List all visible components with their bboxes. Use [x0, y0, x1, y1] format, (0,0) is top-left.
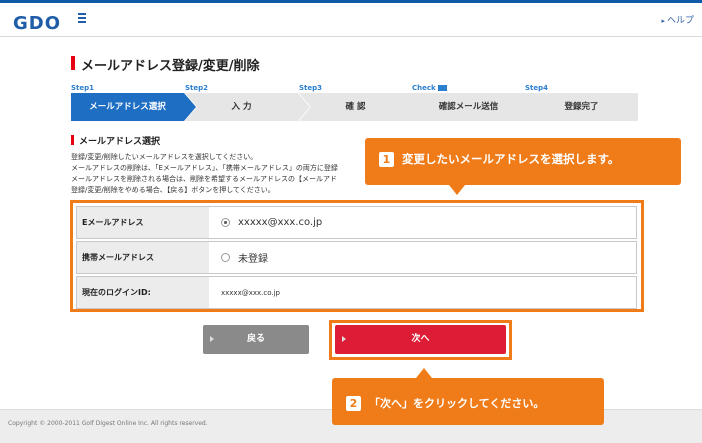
instruction-line: メールアドレスを削除される場合は、削除を希望するメールアドレスの【メールアド	[71, 175, 337, 183]
step-1: Step1 メールアドレス選択	[71, 84, 196, 124]
step-bar: 確認メール送信	[412, 93, 537, 121]
step-label: Step4	[525, 84, 549, 92]
login-id-value: xxxxx@xxx.co.jp	[221, 288, 280, 297]
mobile-email-row: 携帯メールアドレス 未登録	[76, 241, 637, 274]
callout-step-2: 2 「次へ」をクリックしてください。	[332, 368, 604, 425]
help-link[interactable]: ▸ ヘルプ	[661, 13, 694, 26]
login-id-row: 現在のログインID: xxxxx@xxx.co.jp	[76, 276, 637, 309]
step-name: 入 力	[231, 102, 252, 112]
step-bar: 登録完了	[525, 93, 638, 121]
callout-step-1: 1 変更したいメールアドレスを選択します。	[365, 138, 681, 195]
callout-pointer	[449, 185, 465, 195]
step-label: Step3	[299, 84, 323, 92]
mobile-email-option[interactable]: 未登録	[209, 242, 636, 273]
step-4: Step4 登録完了	[525, 84, 638, 124]
help-label: ヘルプ	[666, 16, 694, 26]
logo-stripes-icon	[78, 13, 86, 24]
row-label: Eメールアドレス	[77, 207, 209, 238]
email-selection-table: Eメールアドレス xxxxx@xxx.co.jp 携帯メールアドレス 未登録 現…	[76, 206, 637, 311]
gdo-logo[interactable]: GDO	[13, 13, 61, 34]
email-value: xxxxx@xxx.co.jp	[238, 217, 323, 228]
radio-selected[interactable]	[221, 218, 230, 227]
step-label: Step2	[185, 84, 209, 92]
mobile-email-value: 未登録	[238, 254, 268, 265]
radio-unselected[interactable]	[221, 253, 230, 262]
callout-text: 「次へ」をクリックしてください。	[369, 397, 545, 410]
callout-number: 1	[379, 152, 394, 167]
instruction-line: 登録/変更/削除をやめる場合、【戻る】ボタンを押してください。	[71, 186, 275, 194]
callout-number: 2	[346, 396, 361, 411]
envelope-icon	[437, 85, 447, 91]
step-bar: 入 力	[185, 93, 310, 121]
page-title: メールアドレス登録/変更/削除	[71, 55, 260, 74]
next-label: 次へ	[411, 334, 430, 344]
step-progress: Step1 メールアドレス選択 Step2 入 力 Step3 確 認 Chec…	[71, 84, 638, 124]
next-button[interactable]: 次へ	[335, 325, 506, 354]
step-3: Step3 確 認	[299, 84, 424, 124]
instruction-line: 登録/変更/削除したいメールアドレスを選択してください。	[71, 153, 258, 161]
arrow-right-icon: ▸	[661, 17, 665, 25]
section-title: メールアドレス選択	[71, 134, 160, 147]
arrow-right-icon	[210, 336, 214, 342]
step-2: Step2 入 力	[185, 84, 310, 124]
callout-text: 変更したいメールアドレスを選択します。	[402, 152, 620, 166]
site-header: GDO ▸ ヘルプ	[0, 3, 702, 37]
row-label: 携帯メールアドレス	[77, 242, 209, 273]
step-label: Step1	[71, 84, 95, 92]
row-label: 現在のログインID:	[77, 277, 209, 308]
step-name: 確認メール送信	[438, 102, 499, 112]
arrow-right-icon	[342, 336, 346, 342]
step-name: 確 認	[345, 102, 366, 112]
email-option[interactable]: xxxxx@xxx.co.jp	[209, 207, 636, 238]
callout-pointer	[416, 368, 432, 378]
login-id-cell: xxxxx@xxx.co.jp	[209, 277, 636, 308]
step-label: Check	[412, 84, 447, 92]
step-check: Check 確認メール送信	[412, 84, 537, 124]
step-name: 登録完了	[564, 102, 599, 112]
instructions: 登録/変更/削除したいメールアドレスを選択してください。 メールアドレスの削除は…	[71, 152, 381, 196]
back-label: 戻る	[246, 334, 265, 344]
back-button[interactable]: 戻る	[203, 325, 309, 354]
copyright: Copyright © 2000-2011 Golf Digest Online…	[8, 420, 208, 427]
step-bar: 確 認	[299, 93, 424, 121]
email-row: Eメールアドレス xxxxx@xxx.co.jp	[76, 206, 637, 239]
step-bar-active: メールアドレス選択	[71, 93, 196, 121]
instruction-line: メールアドレスの削除は、「Eメールアドレス」、「携帯メールアドレス」の両方に登録	[71, 164, 338, 172]
